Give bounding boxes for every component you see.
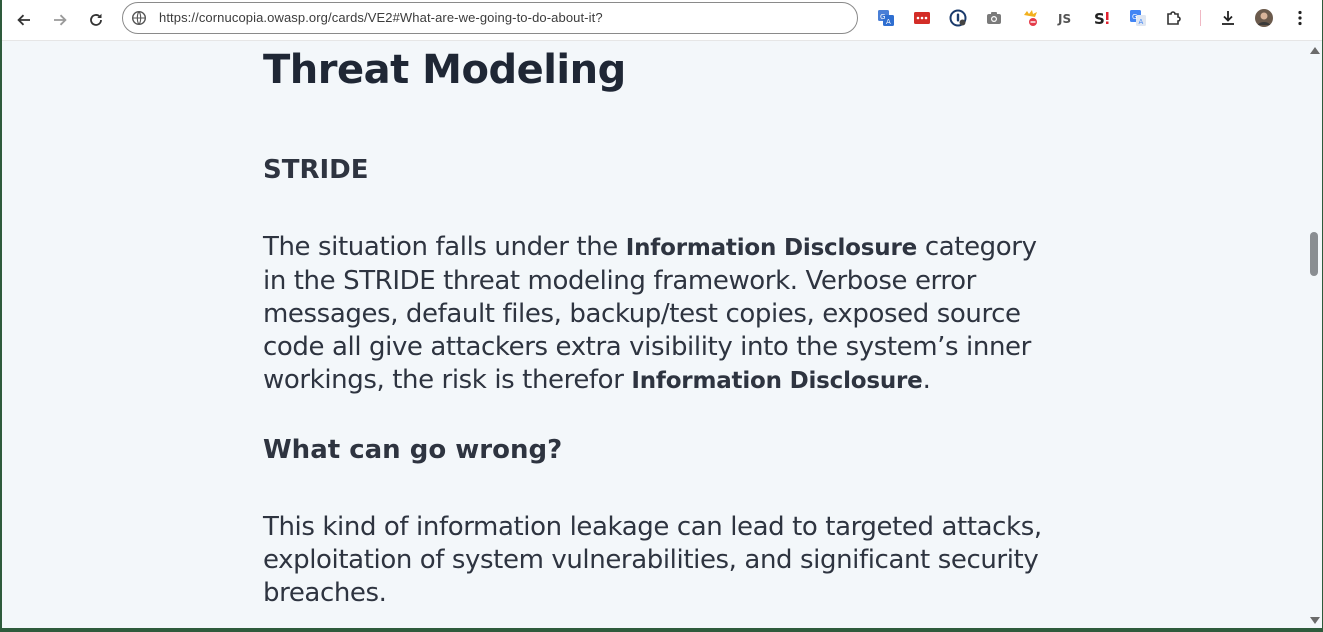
cookie-icon <box>1024 10 1037 26</box>
browser-menu-button[interactable] <box>1291 9 1309 27</box>
risk-paragraph: This kind of information leakage can lea… <box>263 512 1042 608</box>
one-password-extension[interactable] <box>949 9 967 27</box>
toolbar-separator <box>1200 10 1201 26</box>
emphasis-text: Information Disclosure <box>631 368 923 394</box>
paragraph-text: . <box>922 365 931 395</box>
emphasis-text: Information Disclosure <box>625 235 917 261</box>
screenshot-extension[interactable] <box>985 9 1003 27</box>
url-text[interactable]: https://cornucopia.owasp.org/cards/VE2#W… <box>159 10 603 25</box>
avatar-icon <box>1255 9 1273 27</box>
svg-text:S: S <box>1094 10 1105 27</box>
svg-text:A: A <box>886 18 891 26</box>
browser-window: https://cornucopia.owasp.org/cards/VE2#W… <box>2 0 1322 628</box>
one-password-icon <box>949 9 967 27</box>
google-translate-extension[interactable]: GA <box>1129 9 1147 27</box>
back-icon <box>17 14 30 26</box>
address-bar[interactable]: https://cornucopia.owasp.org/cards/VE2#W… <box>122 2 858 34</box>
kebab-menu-icon <box>1298 10 1302 26</box>
back-button[interactable] <box>10 6 38 34</box>
profile-avatar[interactable] <box>1255 9 1273 27</box>
paragraph-text: The situation falls under the <box>263 232 626 262</box>
puzzle-icon <box>1167 11 1181 25</box>
forward-icon <box>54 14 67 26</box>
downloads-button[interactable] <box>1219 9 1237 27</box>
page-viewport: Threat Modeling STRIDE The situation fal… <box>2 41 1307 628</box>
svg-text:JS: JS <box>1057 12 1071 26</box>
lastpass-extension[interactable] <box>913 9 931 27</box>
forward-button[interactable] <box>46 6 74 34</box>
js-icon: JS <box>1057 12 1071 26</box>
camera-icon <box>987 12 1001 24</box>
what-can-go-wrong-heading: What can go wrong? <box>263 435 563 465</box>
s-bang-extension[interactable]: S <box>1093 9 1111 27</box>
translate-icon: GA <box>878 10 894 26</box>
svg-text:G: G <box>880 13 885 21</box>
translate-extension[interactable]: GA <box>877 9 895 27</box>
scroll-up-arrow[interactable] <box>1310 47 1320 54</box>
svg-text:A: A <box>1139 18 1144 26</box>
s-bang-icon: S <box>1094 10 1109 27</box>
scroll-down-arrow[interactable] <box>1310 617 1320 624</box>
stride-heading: STRIDE <box>263 155 369 185</box>
google-translate-icon: GA <box>1130 10 1146 26</box>
scrollbar-thumb[interactable] <box>1310 232 1318 276</box>
vertical-scrollbar[interactable] <box>1307 41 1322 628</box>
extensions-menu[interactable] <box>1165 9 1183 27</box>
reload-icon <box>90 13 102 26</box>
site-info-icon[interactable] <box>131 10 147 26</box>
svg-text:G: G <box>1132 13 1137 21</box>
js-extension[interactable]: JS <box>1057 9 1075 27</box>
reload-button[interactable] <box>82 6 110 34</box>
browser-toolbar: https://cornucopia.owasp.org/cards/VE2#W… <box>2 0 1322 41</box>
download-icon <box>1222 11 1234 25</box>
cookie-extension[interactable] <box>1021 9 1039 27</box>
stride-paragraph: The situation falls under the Informatio… <box>263 231 1053 398</box>
page-title: Threat Modeling <box>263 47 626 93</box>
lastpass-icon <box>914 12 930 24</box>
